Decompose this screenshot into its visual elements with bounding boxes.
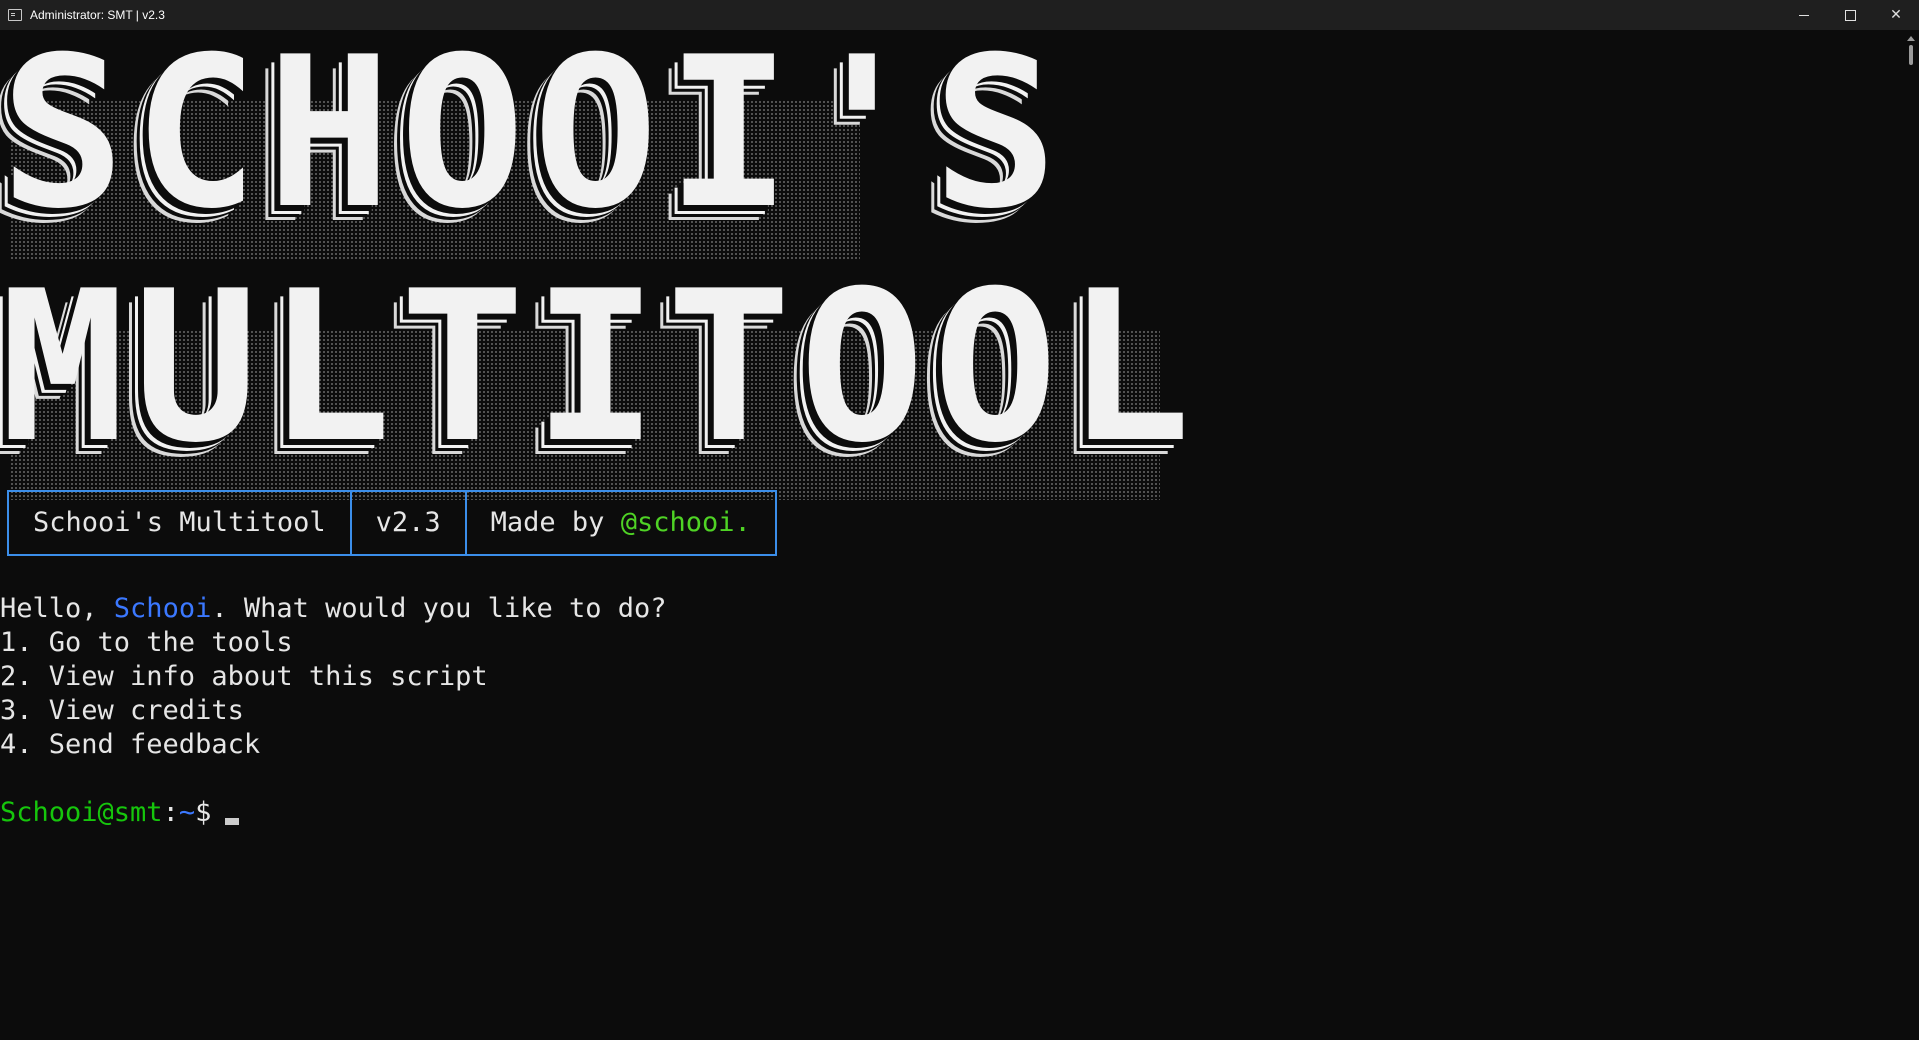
minimize-button[interactable] [1781, 0, 1827, 30]
info-box: Schooi's Multitool v2.3 Made by @schooi. [7, 490, 777, 556]
info-made-by-label: Made by [490, 507, 621, 538]
prompt-colon: : [162, 797, 179, 828]
prompt-path: ~ [178, 797, 196, 828]
command-prompt[interactable]: Schooi@smt:~$ [0, 796, 240, 830]
banner-title-line-1: SCHOOI'S [0, 13, 1066, 255]
greeting-suffix: . What would you like to do? [211, 593, 667, 624]
menu-option-1: 1. Go to the tools [0, 627, 293, 658]
menu-option-3: 3. View credits [0, 695, 244, 726]
terminal-window: Administrator: SMT | v2.3 ✕ SCHOOI'S MUL… [0, 0, 1919, 1040]
ascii-banner: SCHOOI'S MULTITOOL [0, 30, 1191, 500]
vertical-scrollbar[interactable] [1903, 30, 1919, 1040]
window-controls: ✕ [1781, 0, 1919, 30]
terminal-output[interactable]: SCHOOI'S MULTITOOL Schooi's Multitool v2… [0, 30, 1900, 1040]
info-author-cell: Made by @schooi. [467, 492, 775, 554]
scrollbar-thumb[interactable] [1909, 45, 1913, 65]
text-cursor[interactable] [225, 818, 240, 825]
scroll-up-arrow-icon[interactable] [1907, 36, 1915, 41]
menu-option-4: 4. Send feedback [0, 729, 261, 760]
close-button[interactable]: ✕ [1873, 0, 1919, 30]
maximize-icon [1844, 9, 1856, 21]
info-app-name: Schooi's Multitool [9, 492, 352, 554]
info-author-handle: @schooi. [620, 507, 751, 538]
greeting-prefix: Hello, [0, 593, 114, 624]
info-version: v2.3 [352, 492, 467, 554]
close-icon: ✕ [1890, 7, 1902, 23]
prompt-user-host: Schooi@smt [0, 797, 163, 828]
prompt-symbol: $ [195, 797, 212, 828]
banner-title-line-2: MULTITOOL [0, 247, 1200, 489]
menu-option-2: 2. View info about this script [0, 661, 488, 692]
greeting-line: Hello, Schooi. What would you like to do… [0, 592, 667, 626]
greeting-username: Schooi [113, 593, 212, 624]
minimize-icon [1799, 14, 1809, 16]
maximize-button[interactable] [1827, 0, 1873, 30]
